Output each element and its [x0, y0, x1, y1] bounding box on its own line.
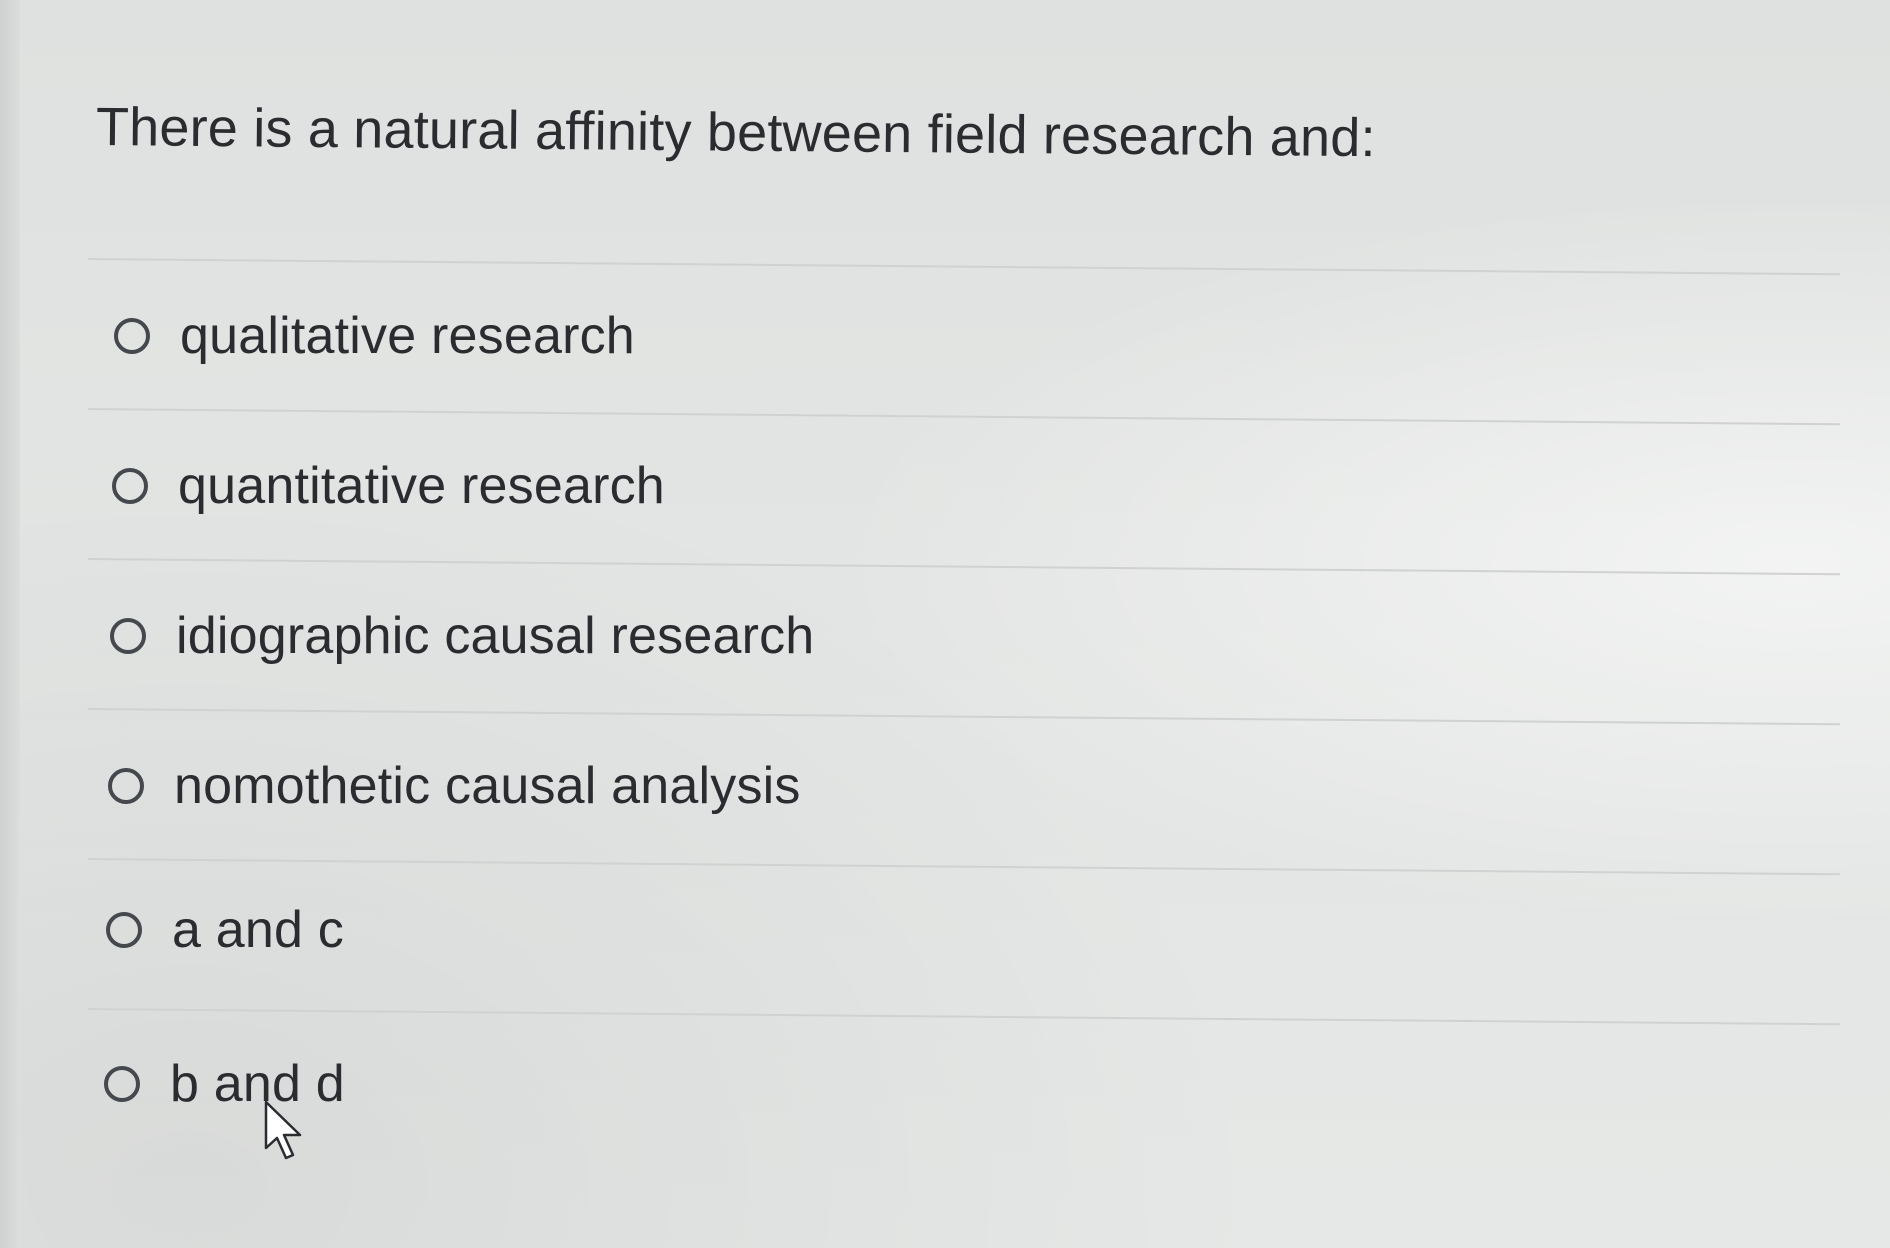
- radio-unchecked-icon[interactable]: [104, 1066, 140, 1102]
- option-label: idiographic causal research: [176, 607, 815, 665]
- divider: [87, 708, 1840, 726]
- divider: [87, 258, 1840, 276]
- divider: [87, 558, 1840, 576]
- arrow-pointer-icon: [264, 1100, 302, 1160]
- option-nomothetic-causal-analysis[interactable]: nomothetic causal analysis: [108, 756, 801, 816]
- radio-unchecked-icon[interactable]: [114, 318, 150, 354]
- radio-unchecked-icon[interactable]: [112, 468, 148, 504]
- radio-unchecked-icon[interactable]: [108, 768, 144, 804]
- option-label: a and c: [172, 901, 344, 959]
- quiz-screen: There is a natural affinity between fiel…: [0, 0, 1890, 1248]
- option-idiographic-causal-research[interactable]: idiographic causal research: [110, 606, 814, 666]
- radio-unchecked-icon[interactable]: [110, 618, 146, 654]
- option-label: qualitative research: [180, 307, 635, 365]
- option-label: nomothetic causal analysis: [174, 757, 801, 815]
- answer-options: qualitative research quantitative resear…: [0, 0, 1890, 1248]
- option-label: quantitative research: [178, 457, 665, 515]
- divider: [87, 858, 1840, 876]
- option-quantitative-research[interactable]: quantitative research: [112, 456, 665, 516]
- option-a-and-c[interactable]: a and c: [106, 900, 344, 960]
- radio-unchecked-icon[interactable]: [106, 912, 142, 948]
- option-label: b and d: [170, 1055, 345, 1113]
- divider: [87, 1008, 1840, 1026]
- option-qualitative-research[interactable]: qualitative research: [114, 306, 635, 366]
- divider: [87, 408, 1840, 426]
